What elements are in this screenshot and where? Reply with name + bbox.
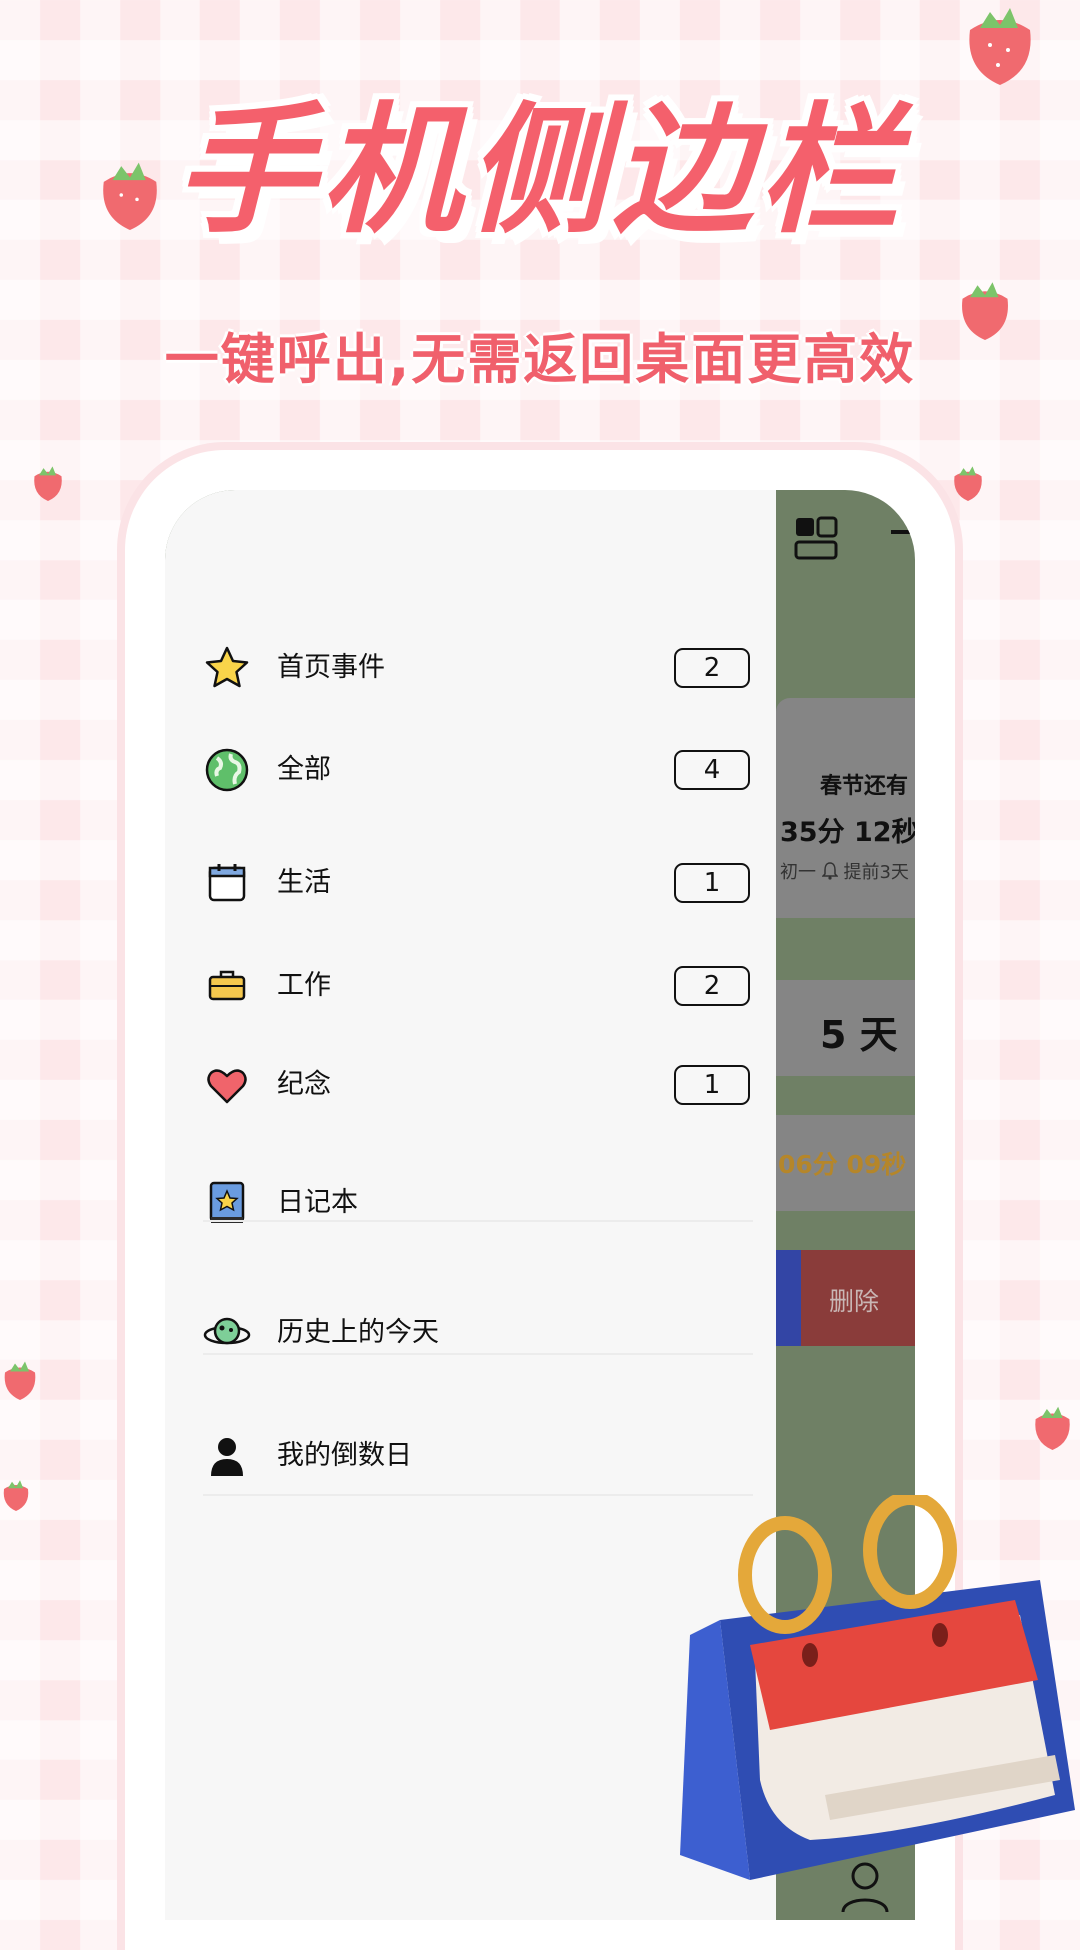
countdown-card-spring[interactable]: 春节还有 35分 12秒 初一 提前3天 bbox=[776, 698, 915, 918]
card-meta: 初一 提前3天 bbox=[780, 858, 909, 884]
promo-subline: 一键呼出,无需返回桌面更高效 bbox=[164, 328, 916, 391]
drawer-link-label: 我的倒数日 bbox=[277, 1440, 412, 1471]
drawer-item-label: 生活 bbox=[277, 867, 331, 898]
delete-label: 删除 bbox=[829, 1287, 880, 1316]
globe-icon bbox=[205, 748, 249, 792]
drawer-item-life[interactable]: 生活 1 bbox=[165, 843, 776, 923]
drawer-link-label: 日记本 bbox=[277, 1187, 358, 1218]
drawer-item-label: 全部 bbox=[277, 754, 331, 785]
strawberry-decoration bbox=[34, 466, 62, 501]
promo-headline: 手机侧边栏 bbox=[174, 90, 905, 253]
drawer-item-label: 纪念 bbox=[277, 1069, 331, 1100]
divider bbox=[203, 1353, 753, 1355]
drawer-link-diary[interactable]: 日记本 bbox=[165, 1163, 776, 1243]
drawer-link-my-countdown[interactable]: 我的倒数日 bbox=[165, 1416, 776, 1496]
drawer-item-all[interactable]: 全部 4 bbox=[165, 730, 776, 810]
strawberry-decoration bbox=[4, 1361, 36, 1400]
card-title: 春节还有 bbox=[820, 774, 909, 799]
divider bbox=[203, 1220, 753, 1222]
drawer-item-label: 首页事件 bbox=[277, 652, 385, 683]
lunar-date: 初一 bbox=[780, 862, 822, 883]
delete-button[interactable]: 删除 bbox=[801, 1250, 915, 1346]
drawer-item-anniversary[interactable]: 纪念 1 bbox=[165, 1045, 776, 1125]
card-timer: 35分 12秒 bbox=[780, 817, 915, 848]
heart-icon bbox=[207, 1069, 247, 1104]
person-icon bbox=[211, 1438, 243, 1476]
reminder-label: 提前3天 bbox=[843, 862, 909, 883]
desk-calendar-illustration bbox=[680, 1495, 1075, 1880]
drawer-link-history-today[interactable]: 历史上的今天 bbox=[165, 1293, 776, 1373]
swipe-action-edit[interactable] bbox=[776, 1250, 801, 1346]
strawberry-decoration bbox=[969, 8, 1031, 85]
strawberry-decoration bbox=[3, 1480, 29, 1511]
bell-icon bbox=[820, 862, 839, 880]
countdown-card-timer[interactable]: 06分 09秒 bbox=[776, 1115, 915, 1211]
star-icon bbox=[205, 646, 249, 688]
planet-icon bbox=[203, 1317, 251, 1345]
count-badge: 2 bbox=[674, 648, 750, 688]
drawer-item-work[interactable]: 工作 2 bbox=[165, 946, 776, 1026]
strawberry-decoration bbox=[1035, 1406, 1070, 1450]
calendar-icon bbox=[208, 864, 246, 902]
drawer-item-label: 工作 bbox=[277, 970, 331, 1001]
drawer-link-label: 历史上的今天 bbox=[277, 1317, 439, 1348]
count-badge: 1 bbox=[674, 863, 750, 903]
timer-value: 06分 09秒 bbox=[778, 1150, 907, 1179]
countdown-card-days[interactable]: 5 天 bbox=[776, 980, 915, 1076]
briefcase-icon bbox=[208, 970, 246, 1001]
count-badge: 2 bbox=[674, 966, 750, 1006]
count-badge: 1 bbox=[674, 1065, 750, 1105]
count-badge: 4 bbox=[674, 750, 750, 790]
days-value: 5 天 bbox=[820, 1013, 898, 1057]
add-button-edge[interactable] bbox=[891, 530, 915, 534]
strawberry-decoration bbox=[954, 466, 982, 501]
drawer-item-home-events[interactable]: 首页事件 2 bbox=[165, 628, 776, 708]
widget-layout-icon[interactable] bbox=[794, 516, 840, 562]
